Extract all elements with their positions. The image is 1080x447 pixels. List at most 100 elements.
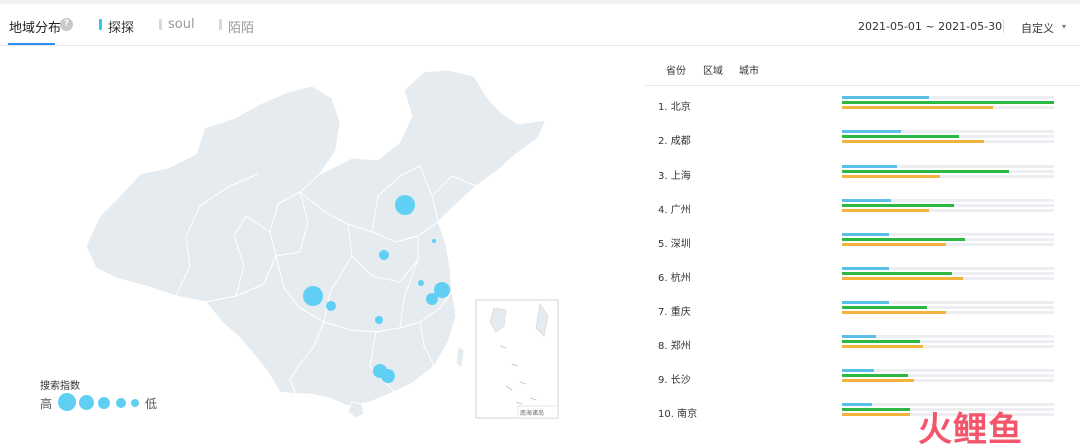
bubble-zhengzhou xyxy=(379,250,389,260)
legend-dot-sm xyxy=(116,398,126,408)
chevron-down-icon[interactable]: ▾ xyxy=(1062,22,1066,31)
help-icon[interactable]: ? xyxy=(60,18,73,31)
bar-track xyxy=(842,204,1054,207)
bar-fill xyxy=(842,403,872,406)
bar-track xyxy=(842,233,1054,236)
map-region-north xyxy=(299,69,547,243)
rank-row[interactable]: 3. 上海 xyxy=(655,165,1075,199)
bar-track xyxy=(842,306,1054,309)
rank-label: 3. 上海 xyxy=(658,171,691,182)
bar-fill xyxy=(842,374,908,377)
rank-label: 5. 深圳 xyxy=(658,239,691,250)
bar-fill xyxy=(842,413,910,416)
legend-marker xyxy=(219,19,222,30)
bubble-hangzhou xyxy=(426,293,438,305)
bar-fill xyxy=(842,130,902,133)
bar-track xyxy=(842,238,1054,241)
bar-fill xyxy=(842,272,953,275)
watermark-logo: 火鲤鱼 xyxy=(918,410,1023,447)
bar-fill xyxy=(842,311,946,314)
bar-track xyxy=(842,165,1054,168)
bar-track xyxy=(842,199,1054,202)
bar-track xyxy=(842,243,1054,246)
bar-track xyxy=(842,277,1054,280)
tab-city[interactable]: 城市 xyxy=(739,62,759,77)
rank-row[interactable]: 5. 深圳 xyxy=(655,233,1075,267)
bar-fill xyxy=(842,238,965,241)
bar-fill xyxy=(842,408,910,411)
bubble-qingdao xyxy=(432,239,436,243)
bar-fill xyxy=(842,106,993,109)
bar-track xyxy=(842,335,1054,338)
legend-dot-lg xyxy=(79,395,94,410)
legend-dot-xl xyxy=(58,393,76,411)
date-range-picker[interactable]: 2021-05-01 ~ 2021-05-30 xyxy=(858,20,1002,33)
header-bar: 地域分布 ? 探探 soul 陌陌 2021-05-01 ~ 2021-05-3… xyxy=(0,4,1080,46)
bar-fill xyxy=(842,335,876,338)
bar-fill xyxy=(842,345,923,348)
legend-marker xyxy=(99,19,102,30)
rank-label: 2. 成都 xyxy=(658,136,691,147)
bar-fill xyxy=(842,175,940,178)
rank-label: 6. 杭州 xyxy=(658,273,691,284)
rank-row[interactable]: 6. 杭州 xyxy=(655,267,1075,301)
bar-track xyxy=(842,345,1054,348)
bar-fill xyxy=(842,301,889,304)
bubble-beijing xyxy=(395,195,415,215)
rank-label: 8. 郑州 xyxy=(658,341,691,352)
custom-range-dropdown[interactable]: 自定义 xyxy=(1021,20,1054,36)
bar-fill xyxy=(842,96,929,99)
rank-label: 10. 南京 xyxy=(658,409,698,420)
rank-row[interactable]: 1. 北京 xyxy=(655,96,1075,130)
rank-row[interactable]: 8. 郑州 xyxy=(655,335,1075,369)
tab-region[interactable]: 区域 xyxy=(703,62,723,77)
bar-fill xyxy=(842,165,898,168)
rank-row[interactable]: 4. 广州 xyxy=(655,199,1075,233)
bar-fill xyxy=(842,277,963,280)
bar-track xyxy=(842,96,1054,99)
bar-track xyxy=(842,130,1054,133)
tab-province[interactable]: 省份 xyxy=(666,62,686,77)
bar-track xyxy=(842,101,1054,104)
bubble-nanjing xyxy=(418,280,424,286)
bar-track xyxy=(842,340,1054,343)
bar-fill xyxy=(842,233,889,236)
bar-track xyxy=(842,267,1054,270)
bar-fill xyxy=(842,101,1054,104)
bar-fill xyxy=(842,243,946,246)
bar-fill xyxy=(842,369,874,372)
divider xyxy=(645,85,1080,86)
bar-fill xyxy=(842,199,891,202)
inset-label: 南海诸岛 xyxy=(520,409,544,417)
bar-track xyxy=(842,135,1054,138)
south-sea-inset: 南海诸岛 xyxy=(475,299,559,419)
bar-track xyxy=(842,374,1054,377)
map-region-taiwan xyxy=(455,345,465,369)
bar-fill xyxy=(842,379,915,382)
bubble-changsha xyxy=(375,316,383,324)
legend-dot-md xyxy=(98,397,110,409)
bar-fill xyxy=(842,170,1010,173)
rank-label: 7. 重庆 xyxy=(658,307,691,318)
bar-fill xyxy=(842,306,927,309)
active-tab-underline xyxy=(8,43,55,45)
legend-label: soul xyxy=(168,17,195,32)
legend-label: 陌陌 xyxy=(228,21,255,36)
legend-low-label: 低 xyxy=(145,397,158,411)
bubble-chongqing xyxy=(326,301,336,311)
bar-track xyxy=(842,369,1054,372)
bar-track xyxy=(842,379,1054,382)
bubble-shenzhen xyxy=(381,369,395,383)
bar-fill xyxy=(842,267,889,270)
rank-label: 4. 广州 xyxy=(658,205,691,216)
legend-title: 搜索指数 xyxy=(40,381,80,392)
bar-track xyxy=(842,272,1054,275)
divider xyxy=(1003,19,1004,33)
rank-row[interactable]: 2. 成都 xyxy=(655,130,1075,164)
section-title: 地域分布 xyxy=(9,21,62,36)
bar-track xyxy=(842,301,1054,304)
rank-row[interactable]: 7. 重庆 xyxy=(655,301,1075,335)
legend-high-label: 高 xyxy=(40,397,53,411)
rank-label: 9. 长沙 xyxy=(658,375,691,386)
rank-row[interactable]: 9. 长沙 xyxy=(655,369,1075,403)
